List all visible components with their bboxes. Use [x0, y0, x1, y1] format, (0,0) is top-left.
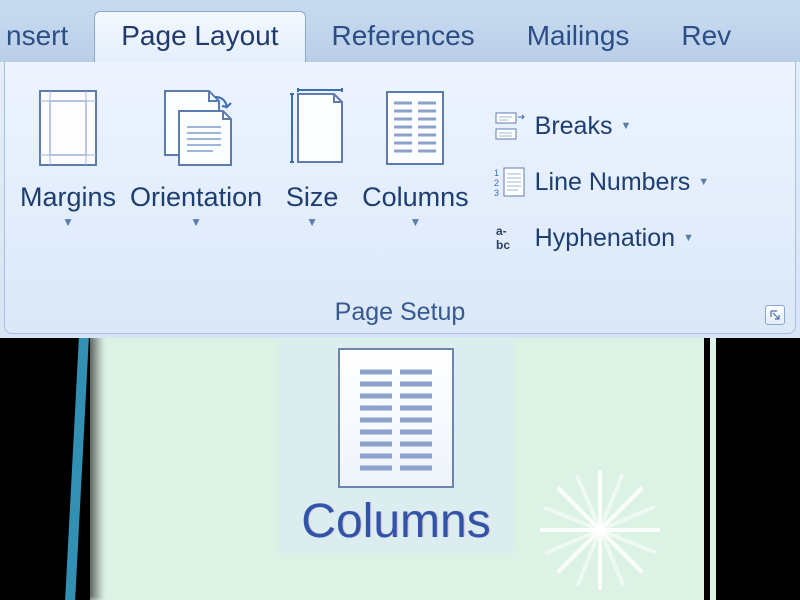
- orientation-button[interactable]: Orientation ▼: [127, 72, 265, 230]
- tab-mailings[interactable]: Mailings: [501, 12, 656, 62]
- slide-background: Columns: [0, 338, 800, 600]
- line-numbers-button[interactable]: 1 2 3 Line Numbers ▼: [488, 161, 715, 203]
- chevron-down-icon: ▼: [698, 176, 709, 188]
- orientation-icon: [159, 75, 233, 180]
- size-label: Size: [286, 182, 339, 213]
- page-setup-dialog-launcher[interactable]: [765, 305, 785, 325]
- breaks-icon: [493, 108, 529, 144]
- ribbon-page-setup-group: Margins ▼: [4, 62, 796, 334]
- breaks-button[interactable]: Breaks ▼: [488, 105, 715, 147]
- svg-text:3: 3: [494, 188, 499, 198]
- chevron-down-icon: ▼: [306, 215, 318, 229]
- tab-references[interactable]: References: [306, 12, 501, 62]
- chevron-down-icon: ▼: [620, 120, 631, 132]
- columns-label: Columns: [362, 182, 469, 213]
- columns-callout-label: Columns: [278, 494, 514, 549]
- columns-icon: [384, 75, 446, 180]
- line-numbers-icon: 1 2 3: [493, 164, 529, 200]
- margins-icon: [38, 75, 98, 180]
- chevron-down-icon: ▼: [62, 215, 74, 229]
- line-numbers-label: Line Numbers: [535, 168, 691, 197]
- margins-button[interactable]: Margins ▼: [17, 72, 119, 230]
- chevron-down-icon: ▼: [190, 215, 202, 229]
- tab-review[interactable]: Rev: [655, 12, 737, 62]
- size-icon: [276, 75, 348, 180]
- tab-page-layout[interactable]: Page Layout: [94, 11, 305, 62]
- hyphenation-button[interactable]: a- bc Hyphenation ▼: [488, 217, 715, 259]
- svg-text:1: 1: [494, 168, 499, 178]
- columns-button[interactable]: Columns ▼: [359, 72, 472, 230]
- chevron-down-icon: ▼: [409, 215, 421, 229]
- ribbon-tab-strip: nsert Page Layout References Mailings Re…: [0, 0, 800, 62]
- group-title: Page Setup: [5, 294, 795, 333]
- svg-text:bc: bc: [496, 238, 510, 252]
- breaks-label: Breaks: [535, 112, 613, 141]
- orientation-label: Orientation: [130, 182, 262, 213]
- hyphenation-label: Hyphenation: [535, 224, 675, 253]
- svg-text:2: 2: [494, 178, 499, 188]
- hyphenation-icon: a- bc: [493, 220, 529, 256]
- columns-callout: Columns: [278, 340, 514, 553]
- columns-icon: [338, 348, 454, 488]
- svg-text:a-: a-: [496, 224, 507, 238]
- chevron-down-icon: ▼: [683, 232, 694, 244]
- tab-insert[interactable]: nsert: [0, 12, 94, 62]
- size-button[interactable]: Size ▼: [273, 72, 351, 230]
- margins-label: Margins: [20, 182, 116, 213]
